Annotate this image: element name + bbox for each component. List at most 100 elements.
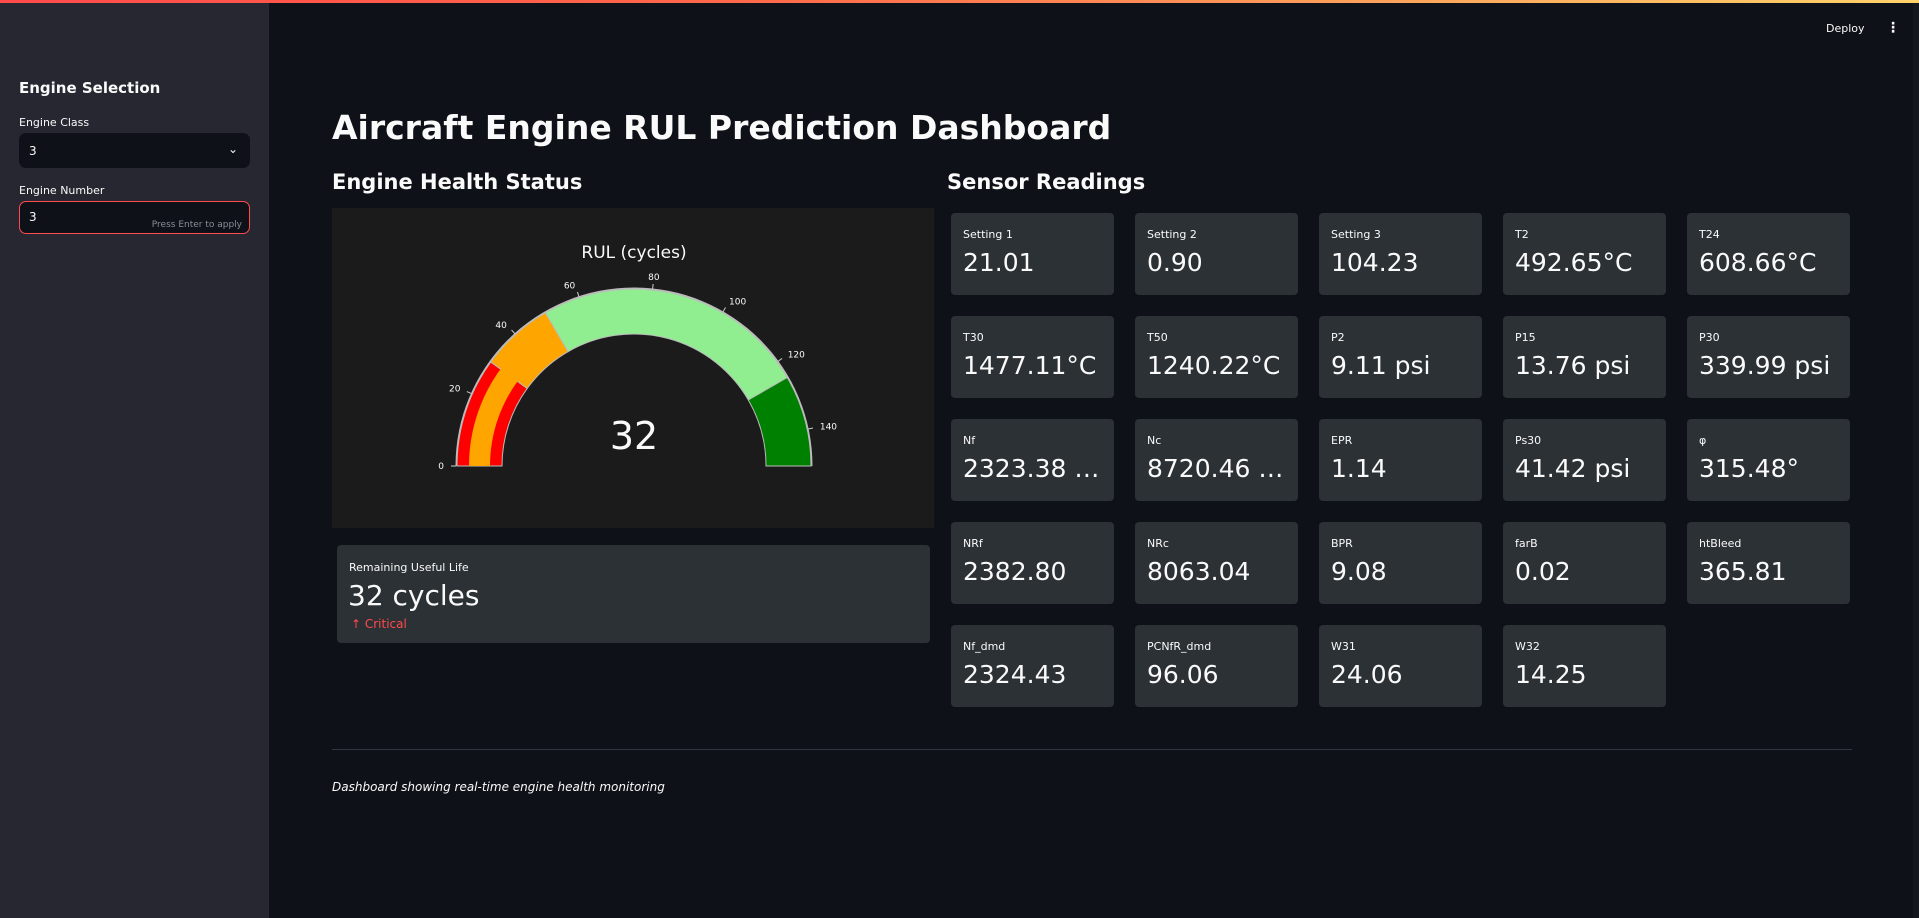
sensor-label: W32 bbox=[1515, 640, 1540, 653]
sensor-value: 14.25 bbox=[1515, 660, 1587, 689]
gauge-tick-label: 0 bbox=[438, 462, 444, 472]
gauge-tick bbox=[466, 391, 472, 395]
sensor-label: T50 bbox=[1147, 331, 1168, 344]
sensor-card: Setting 2 0.90 bbox=[1135, 213, 1298, 295]
rul-gauge-svg: RUL (cycles) 0 20 40 60 80 100 120 140 32 bbox=[438, 243, 837, 472]
sensor-label: T2 bbox=[1515, 228, 1529, 241]
sensor-value: 9.08 bbox=[1331, 557, 1387, 586]
sensor-label: EPR bbox=[1331, 434, 1353, 447]
input-hint: Press Enter to apply bbox=[151, 220, 242, 230]
sensor-card: P30 339.99 psi bbox=[1687, 316, 1850, 398]
gauge-tick bbox=[777, 358, 783, 362]
divider bbox=[332, 749, 1852, 750]
sensor-value: 608.66°C bbox=[1699, 248, 1817, 277]
sensor-card: PCNfR_dmd 96.06 bbox=[1135, 625, 1298, 707]
sensor-card: Nc 8720.46 rpm bbox=[1135, 419, 1298, 501]
sensor-card: T2 492.65°C bbox=[1503, 213, 1666, 295]
sensor-card: W31 24.06 bbox=[1319, 625, 1482, 707]
sensor-label: BPR bbox=[1331, 537, 1353, 550]
sensor-card: Nf_dmd 2324.43 bbox=[951, 625, 1114, 707]
rul-metric-label: Remaining Useful Life bbox=[349, 561, 469, 574]
sensor-value: 1.14 bbox=[1331, 454, 1387, 483]
engine-number-input[interactable] bbox=[29, 210, 129, 224]
sensor-label: T24 bbox=[1699, 228, 1720, 241]
sidebar-title: Engine Selection bbox=[19, 79, 161, 97]
sensor-label: NRf bbox=[963, 537, 983, 550]
sensor-value: 13.76 psi bbox=[1515, 351, 1631, 380]
sensor-card: NRc 8063.04 bbox=[1135, 522, 1298, 604]
header-decoration bbox=[0, 0, 1919, 3]
health-heading: Engine Health Status bbox=[332, 170, 583, 194]
sensor-card: NRf 2382.80 bbox=[951, 522, 1114, 604]
gauge-tick-label: 80 bbox=[648, 273, 660, 283]
sensor-value: 0.02 bbox=[1515, 557, 1571, 586]
rul-metric-card: Remaining Useful Life 32 cycles ↑ Critic… bbox=[337, 545, 930, 643]
sensor-card: Setting 1 21.01 bbox=[951, 213, 1114, 295]
sensor-label: NRc bbox=[1147, 537, 1169, 550]
engine-number-field[interactable]: Press Enter to apply bbox=[19, 201, 250, 234]
sensor-value: 365.81 bbox=[1699, 557, 1787, 586]
sensor-card: P15 13.76 psi bbox=[1503, 316, 1666, 398]
gauge-band bbox=[544, 288, 788, 401]
rul-metric-value: 32 cycles bbox=[348, 579, 480, 612]
sensor-value: 339.99 psi bbox=[1699, 351, 1831, 380]
sensor-card: EPR 1.14 bbox=[1319, 419, 1482, 501]
sensor-card: BPR 9.08 bbox=[1319, 522, 1482, 604]
sensor-value: 2324.43 bbox=[963, 660, 1067, 689]
sensor-value: 492.65°C bbox=[1515, 248, 1633, 277]
sensor-label: φ bbox=[1699, 434, 1707, 447]
main-menu-icon[interactable]: ⋮ bbox=[1886, 20, 1900, 36]
sensor-value: 8063.04 bbox=[1147, 557, 1251, 586]
sensor-value: 0.90 bbox=[1147, 248, 1203, 277]
sensor-card: φ 315.48° bbox=[1687, 419, 1850, 501]
gauge-tick-label: 120 bbox=[788, 350, 805, 360]
sensor-card: T24 608.66°C bbox=[1687, 213, 1850, 295]
gauge-tick bbox=[652, 283, 654, 290]
sensor-label: htBleed bbox=[1699, 537, 1742, 550]
sensor-value: 8720.46 rpm bbox=[1147, 454, 1292, 483]
sensor-label: P15 bbox=[1515, 331, 1536, 344]
sensor-card: Setting 3 104.23 bbox=[1319, 213, 1482, 295]
sensor-card: T30 1477.11°C bbox=[951, 316, 1114, 398]
deploy-button[interactable]: Deploy bbox=[1826, 22, 1865, 35]
sensor-grid: Setting 1 21.01 Setting 2 0.90 Setting 3 104.… bbox=[951, 213, 1851, 713]
sensor-label: Setting 2 bbox=[1147, 228, 1197, 241]
page-title: Aircraft Engine RUL Prediction Dashboard bbox=[332, 108, 1112, 147]
gauge-tick-label: 20 bbox=[449, 385, 461, 395]
sensor-label: P2 bbox=[1331, 331, 1345, 344]
gauge-tick bbox=[511, 329, 516, 335]
sensor-value: 315.48° bbox=[1699, 454, 1799, 483]
engine-class-select[interactable]: 3 ⌄ bbox=[19, 133, 250, 168]
sensor-card: P2 9.11 psi bbox=[1319, 316, 1482, 398]
scrollbar[interactable] bbox=[1913, 3, 1919, 918]
gauge-tick bbox=[722, 307, 726, 313]
sensor-card: htBleed 365.81 bbox=[1687, 522, 1850, 604]
sensor-label: Ps30 bbox=[1515, 434, 1542, 447]
footer-caption: Dashboard showing real-time engine healt… bbox=[332, 780, 665, 794]
gauge-tick-label: 100 bbox=[729, 297, 746, 307]
sensor-value: 9.11 psi bbox=[1331, 351, 1431, 380]
sensor-label: Setting 3 bbox=[1331, 228, 1381, 241]
sensor-value: 2382.80 bbox=[963, 557, 1067, 586]
sensor-value: 104.23 bbox=[1331, 248, 1419, 277]
sensor-value: 1240.22°C bbox=[1147, 351, 1281, 380]
sensor-value: 21.01 bbox=[963, 248, 1035, 277]
sensor-value: 41.42 psi bbox=[1515, 454, 1631, 483]
gauge-tick-label: 60 bbox=[564, 281, 576, 291]
sensor-value: 96.06 bbox=[1147, 660, 1219, 689]
sensor-label: farB bbox=[1515, 537, 1538, 550]
gauge-tick-label: 40 bbox=[495, 321, 507, 331]
sensor-label: PCNfR_dmd bbox=[1147, 640, 1212, 653]
sensor-label: Setting 1 bbox=[963, 228, 1013, 241]
sensor-card: T50 1240.22°C bbox=[1135, 316, 1298, 398]
sensor-card: Ps30 41.42 psi bbox=[1503, 419, 1666, 501]
engine-class-value: 3 bbox=[29, 144, 37, 158]
sensor-label: T30 bbox=[963, 331, 984, 344]
chevron-down-icon: ⌄ bbox=[227, 142, 238, 156]
sensor-value: 2323.38 rpm bbox=[963, 454, 1108, 483]
sensor-value: 1477.11°C bbox=[963, 351, 1097, 380]
sensor-label: Nc bbox=[1147, 434, 1162, 447]
rul-gauge-chart: RUL (cycles) 0 20 40 60 80 100 120 140 32 bbox=[332, 208, 934, 528]
engine-number-label: Engine Number bbox=[19, 184, 105, 197]
sensor-label: Nf bbox=[963, 434, 976, 447]
